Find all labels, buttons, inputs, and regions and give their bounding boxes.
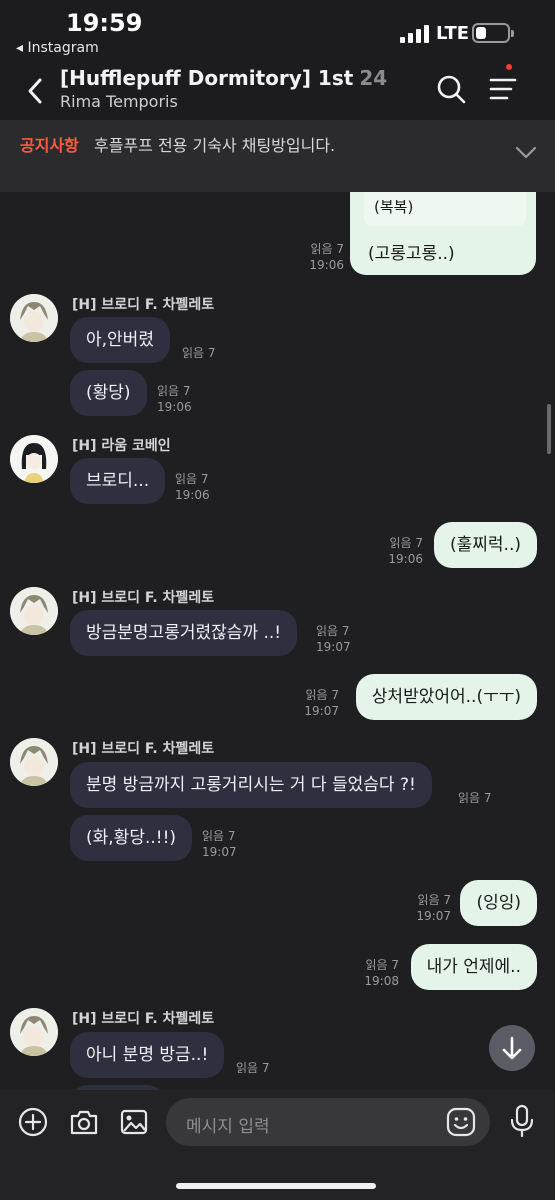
avatar[interactable] [10,1008,58,1056]
message-meta: 읽음 7 19:06 [175,472,210,502]
sender-name: [H] 브로디 F. 차펠레토 [72,590,215,606]
quoted-text: (복복) [364,192,526,226]
message-meta: 읽음 7 19:07 [316,624,351,654]
outgoing-bubble[interactable]: 내가 언제에.. [410,944,537,990]
message-meta: 읽음 7 19:07 [416,893,451,923]
back-to-instagram-link[interactable]: ◂ Instagram [16,40,99,56]
avatar[interactable] [10,738,58,786]
message-list[interactable]: (복복) (고롱고롱..) 읽음 7 19:06 [H] 브로디 F. 차펠레토 … [0,192,555,1090]
outgoing-bubble[interactable]: 상처받았어어..(ㅜㅜ) [355,674,537,720]
scrollbar-thumb[interactable] [547,404,551,454]
avatar-image [10,435,58,483]
avatar[interactable] [10,587,58,635]
notification-dot [506,64,512,70]
message-meta: 읽음 7 19:07 [304,688,339,718]
incoming-bubble[interactable]: 방금분명고롱거렸잖슴까 ..! [70,610,298,656]
chat-header: [Hufflepuff Dormitory] 1st 24 Rima Tempor… [0,62,555,120]
chat-title: [Hufflepuff Dormitory] 1st 24 [60,66,388,90]
avatar-image [10,1008,58,1056]
message-meta: 읽음 7 [236,1061,270,1075]
arrow-down-icon [502,1036,522,1060]
avatar[interactable] [10,294,58,342]
outgoing-bubble[interactable]: (잉잉) [460,880,537,926]
incoming-bubble[interactable]: (황당) [70,370,147,416]
battery-icon [472,23,514,43]
message-meta: 읽음 7 [182,346,216,360]
member-count: 24 [359,66,388,90]
sender-name: [H] 라움 코베인 [72,438,171,454]
signal-icon [400,25,429,43]
search-icon[interactable] [436,74,466,104]
incoming-bubble[interactable]: 분명 방금까지 고롱거리시는 거 다 들었슴다 ?! [70,762,432,808]
plus-icon[interactable] [17,1106,49,1138]
avatar-image [10,294,58,342]
status-time: 19:59 [66,9,143,37]
message-meta: 읽음 7 19:06 [388,536,423,566]
emoji-icon[interactable] [446,1107,476,1137]
incoming-bubble[interactable]: (화,황당..!!) [70,815,193,861]
sender-name: [H] 브로디 F. 차펠레토 [72,1011,215,1027]
notice-tag: 공지사항 [20,136,79,155]
camera-icon[interactable] [68,1106,100,1138]
sender-name: [H] 브로디 F. 차펠레토 [72,297,215,313]
chat-subtitle: Rima Temporis [60,92,178,111]
message-meta: 읽음 7 19:06 [157,384,192,414]
message-text: (고롱고롱..) [368,244,455,264]
message-meta: 읽음 7 19:06 [309,242,344,272]
incoming-bubble[interactable]: 아,안버렸 [70,317,170,363]
network-label: LTE [436,23,470,44]
outgoing-bubble[interactable]: (훌찌럭..) [434,522,537,568]
notice-text: 후플푸프 전용 기숙사 채팅방입니다. [94,136,336,155]
avatar-image [10,587,58,635]
message-meta: 읽음 7 [458,791,492,805]
status-bar: 19:59 ◂ Instagram LTE [0,0,555,62]
scroll-to-bottom-button[interactable] [489,1025,535,1071]
mic-icon[interactable] [508,1104,536,1138]
avatar[interactable] [10,435,58,483]
message-meta: 읽음 7 19:07 [202,829,237,859]
menu-icon[interactable] [488,72,518,104]
home-indicator[interactable] [176,1183,376,1189]
incoming-bubble[interactable]: 브로디... [70,458,166,504]
message-meta: 읽음 7 19:08 [364,958,399,988]
avatar-image [10,738,58,786]
sender-name: [H] 브로디 F. 차펠레토 [72,741,215,757]
image-icon[interactable] [118,1106,150,1138]
notice-banner[interactable]: 공지사항 후플푸프 전용 기숙사 채팅방입니다. [0,120,555,192]
back-icon[interactable] [22,76,48,106]
incoming-bubble[interactable]: 아니 분명 방금..! [70,1032,225,1078]
chevron-down-icon[interactable] [514,144,538,162]
message-input-placeholder: 메시지 입력 [186,1117,270,1137]
